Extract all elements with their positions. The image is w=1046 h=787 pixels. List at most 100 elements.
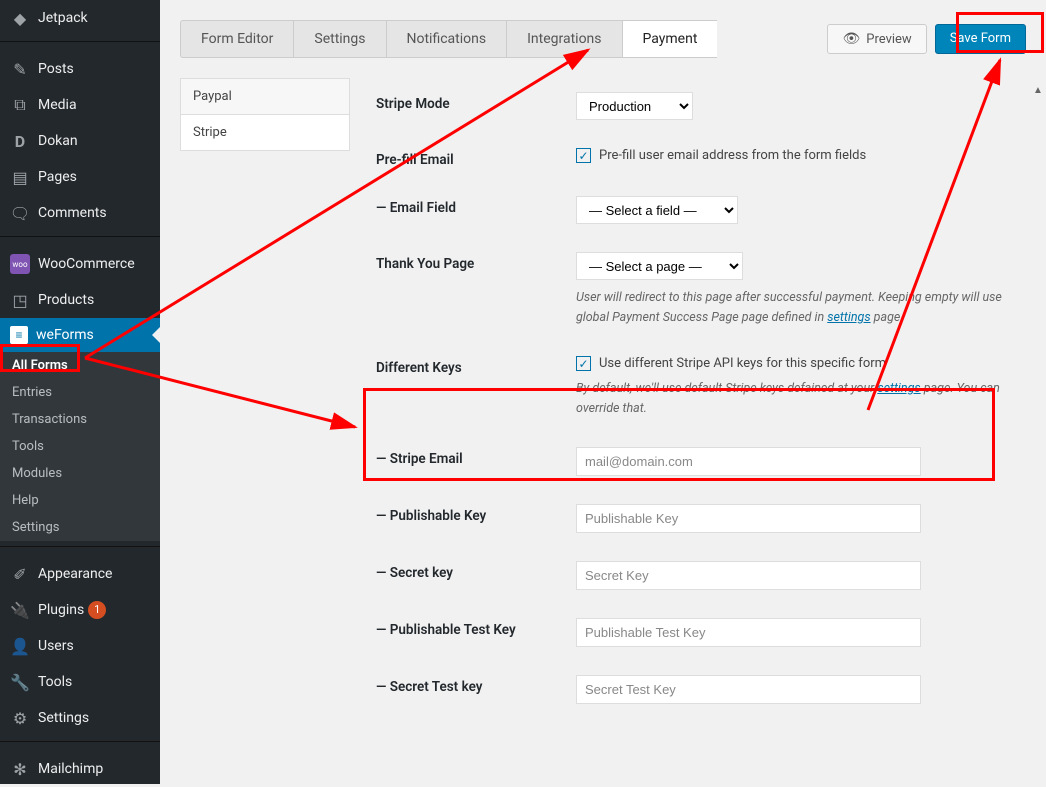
eye-icon: 👁 [842, 31, 860, 47]
form-tabs: Form Editor Settings Notifications Integ… [180, 20, 1026, 58]
sidebar-separator [0, 546, 160, 551]
field-thank-you-page: Thank You Page — Select a page — User wi… [376, 238, 1026, 342]
stripe-mode-select[interactable]: Production [576, 92, 693, 120]
subtab-paypal[interactable]: Paypal [180, 78, 350, 115]
sidebar-item-appearance[interactable]: ✐ Appearance [0, 556, 160, 592]
sidebar-item-label: Tools [38, 674, 72, 690]
sidebar-subitem-all-forms[interactable]: All Forms [0, 352, 160, 379]
admin-sidebar: ◆Jetpack ✎Posts ⧉ Media DDokan ▤Pages 🗨 Co… [0, 0, 160, 784]
sidebar-item-plugins[interactable]: 🔌 Plugins1 [0, 592, 160, 628]
secret-key-input[interactable] [576, 561, 921, 590]
comments-icon: 🗨 [10, 203, 30, 223]
main-content: Form Editor Settings Notifications Integ… [160, 0, 1046, 784]
weforms-icon: ≡ [10, 326, 28, 344]
sidebar-item-label: Media [38, 97, 77, 113]
field-label: — Publishable Key [376, 504, 576, 524]
tab-settings[interactable]: Settings [293, 20, 385, 58]
sidebar-item-jetpack[interactable]: ◆Jetpack [0, 0, 160, 36]
settings-link[interactable]: settings [877, 381, 920, 396]
sidebar-item-label: Plugins [38, 602, 84, 618]
helper-text: By default, we'll use default Stripe key… [576, 379, 1026, 419]
button-label: Preview [866, 32, 911, 47]
appearance-icon: ✐ [10, 564, 30, 584]
stripe-email-input[interactable] [576, 447, 921, 476]
sidebar-item-comments[interactable]: 🗨 Comments [0, 195, 160, 231]
field-secret-key: — Secret key [376, 547, 1026, 604]
field-stripe-mode: Stripe Mode Production [376, 78, 1026, 134]
sidebar-item-label: Users [38, 638, 74, 654]
field-label: Pre-fill Email [376, 148, 576, 168]
stripe-settings-panel: Stripe Mode Production Pre-fill Email ✓ P… [376, 78, 1026, 718]
settings-link[interactable]: settings [827, 310, 870, 325]
thank-you-page-select[interactable]: — Select a page — [576, 252, 743, 280]
sidebar-separator [0, 741, 160, 746]
users-icon: 👤 [10, 636, 30, 656]
field-publishable-test-key: — Publishable Test Key [376, 604, 1026, 661]
prefill-email-checkbox[interactable]: ✓ [576, 148, 591, 163]
sidebar-item-label: WooCommerce [38, 256, 135, 272]
sidebar-item-woocommerce[interactable]: woo WooCommerce [0, 246, 160, 282]
tab-integrations[interactable]: Integrations [506, 20, 621, 58]
sidebar-item-settings[interactable]: ⚙ Settings [0, 700, 160, 736]
field-label: — Secret Test key [376, 675, 576, 695]
tab-payment[interactable]: Payment [622, 20, 718, 58]
field-label: — Publishable Test Key [376, 618, 576, 638]
field-label: — Email Field [376, 196, 576, 216]
sidebar-item-label: weForms [36, 327, 94, 343]
scroll-up-arrow[interactable]: ▲ [1030, 82, 1046, 98]
sidebar-item-posts[interactable]: ✎Posts [0, 51, 160, 87]
secret-test-key-input[interactable] [576, 675, 921, 704]
different-keys-checkbox[interactable]: ✓ [576, 356, 591, 371]
sidebar-item-weforms[interactable]: ≡ weForms [0, 318, 160, 352]
sidebar-subitem-tools[interactable]: Tools [0, 433, 160, 460]
media-icon: ⧉ [10, 95, 30, 115]
tools-icon: 🔧 [10, 672, 30, 692]
field-label: Thank You Page [376, 252, 576, 272]
publishable-test-key-input[interactable] [576, 618, 921, 647]
sidebar-item-dokan[interactable]: DDokan [0, 123, 160, 159]
sidebar-submenu-weforms: All Forms Entries Transactions Tools Mod… [0, 352, 160, 541]
field-secret-test-key: — Secret Test key [376, 661, 1026, 718]
sidebar-item-tools[interactable]: 🔧 Tools [0, 664, 160, 700]
jetpack-icon: ◆ [10, 8, 30, 28]
sidebar-item-media[interactable]: ⧉ Media [0, 87, 160, 123]
mailchimp-icon: ✻ [10, 759, 30, 779]
field-different-keys: Different Keys ✓ Use different Stripe API… [376, 342, 1026, 433]
field-label: Stripe Mode [376, 92, 576, 112]
field-email-field: — Email Field — Select a field — [376, 182, 1026, 238]
subtab-stripe[interactable]: Stripe [180, 115, 350, 151]
sidebar-subitem-transactions[interactable]: Transactions [0, 406, 160, 433]
helper-text: User will redirect to this page after su… [576, 288, 1026, 328]
sidebar-subitem-settings[interactable]: Settings [0, 514, 160, 541]
tab-form-editor[interactable]: Form Editor [180, 20, 293, 58]
field-label: — Secret key [376, 561, 576, 581]
dokan-icon: D [10, 131, 30, 151]
publishable-key-input[interactable] [576, 504, 921, 533]
plugins-icon: 🔌 [10, 600, 30, 620]
settings-icon: ⚙ [10, 708, 30, 728]
sidebar-item-label: Products [38, 292, 94, 308]
sidebar-subitem-modules[interactable]: Modules [0, 460, 160, 487]
preview-button[interactable]: 👁 Preview [827, 24, 926, 54]
sidebar-item-products[interactable]: ◳ Products [0, 282, 160, 318]
sidebar-item-label: Comments [38, 205, 107, 221]
sidebar-item-users[interactable]: 👤 Users [0, 628, 160, 664]
checkbox-label: Use different Stripe API keys for this s… [599, 356, 886, 371]
field-label: — Stripe Email [376, 447, 576, 467]
field-label: Different Keys [376, 356, 576, 376]
sidebar-item-mailchimp[interactable]: ✻Mailchimp [0, 751, 160, 787]
woocommerce-icon: woo [10, 254, 30, 274]
plugin-update-badge: 1 [88, 601, 106, 619]
sidebar-item-pages[interactable]: ▤Pages [0, 159, 160, 195]
email-field-select[interactable]: — Select a field — [576, 196, 738, 224]
products-icon: ◳ [10, 290, 30, 310]
checkbox-label: Pre-fill user email address from the for… [599, 148, 866, 163]
field-publishable-key: — Publishable Key [376, 490, 1026, 547]
sidebar-item-label: Appearance [38, 566, 112, 582]
tab-notifications[interactable]: Notifications [386, 20, 507, 58]
field-stripe-email: — Stripe Email [376, 433, 1026, 490]
save-form-button[interactable]: Save Form [935, 24, 1026, 54]
sidebar-subitem-entries[interactable]: Entries [0, 379, 160, 406]
sidebar-item-label: Settings [38, 710, 89, 726]
sidebar-subitem-help[interactable]: Help [0, 487, 160, 514]
